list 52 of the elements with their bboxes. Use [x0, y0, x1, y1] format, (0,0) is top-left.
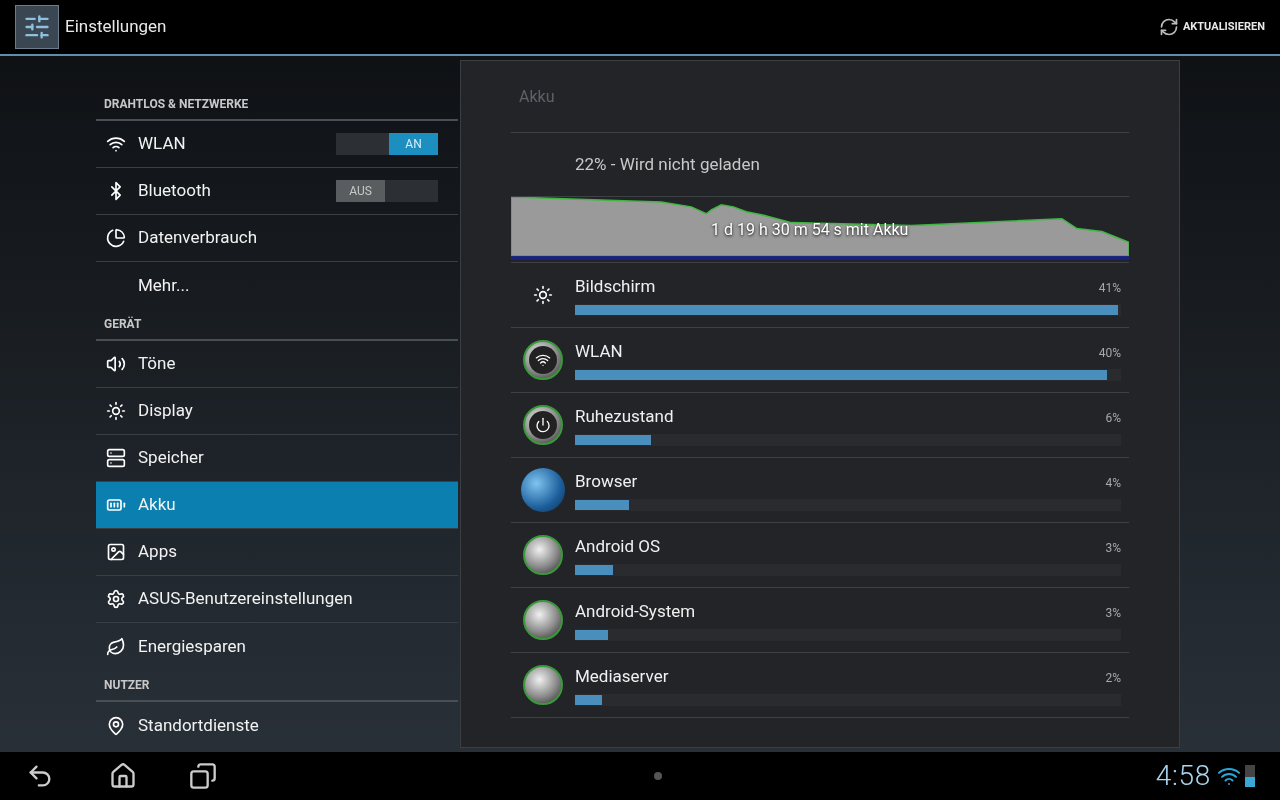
section-header: NUTZER: [104, 677, 150, 694]
recent-apps-button[interactable]: [187, 760, 219, 792]
wifi-icon: [106, 134, 126, 154]
section-header: GERÄT: [104, 315, 142, 333]
refresh-icon: [1158, 17, 1179, 37]
refresh-button[interactable]: AKTUALISIEREN: [1158, 17, 1265, 37]
app-name: Bildschirm: [575, 275, 656, 299]
app-title: Einstellungen: [65, 15, 167, 39]
usage-percent: 6%: [1105, 410, 1121, 428]
wifi-app-icon: [523, 340, 563, 380]
app-name: Android-System: [575, 600, 696, 624]
leaf-icon: [106, 636, 126, 657]
usage-percent: 3%: [1105, 540, 1121, 558]
usage-percent: 2%: [1105, 670, 1121, 688]
app-name: WLAN: [575, 340, 623, 364]
graph-label: 1 d 19 h 30 m 54 s mit Akku: [711, 219, 909, 241]
usage-percent: 41%: [1098, 280, 1121, 298]
battery-icon: [1245, 765, 1255, 787]
pie-chart-icon: [106, 228, 126, 248]
settings-app-icon: [15, 5, 59, 49]
picture-icon: [106, 542, 126, 562]
panel-title: Akku: [519, 85, 555, 108]
settings-item[interactable]: Display: [96, 388, 458, 435]
settings-item[interactable]: Töne: [96, 341, 458, 388]
power-app-icon: [523, 405, 563, 445]
app-name: Android OS: [575, 535, 661, 559]
settings-icon: [106, 589, 126, 609]
settings-item[interactable]: Bluetooth AUS: [96, 168, 458, 215]
battery-status: 22% - Wird nicht geladen: [575, 152, 760, 176]
settings-item[interactable]: WLAN AN: [96, 121, 458, 168]
brightness-icon: [533, 285, 553, 305]
storage-icon: [106, 448, 126, 468]
settings-item[interactable]: Akku: [96, 482, 458, 529]
settings-item[interactable]: ASUS-Benutzereinstellungen: [96, 576, 458, 623]
settings-item[interactable]: Mehr...: [96, 262, 458, 309]
settings-item[interactable]: Standortdienste: [96, 702, 458, 749]
settings-item[interactable]: Apps: [96, 529, 458, 576]
location-icon: [106, 715, 126, 736]
globe-icon: [521, 468, 565, 512]
clock: 4:58: [1155, 758, 1211, 794]
app-name: Mediaserver: [575, 665, 669, 689]
settings-item[interactable]: Energiesparen: [96, 623, 458, 670]
settings-item[interactable]: Datenverbrauch: [96, 215, 458, 262]
app-name: Ruhezustand: [575, 405, 674, 429]
speaker-icon: [106, 354, 126, 374]
usage-percent: 4%: [1105, 475, 1121, 493]
app-name: Browser: [575, 470, 638, 494]
brightness-icon: [106, 401, 126, 421]
usage-percent: 3%: [1105, 605, 1121, 623]
toggle-switch[interactable]: AUS: [336, 180, 438, 202]
usage-percent: 40%: [1098, 345, 1121, 363]
section-header: DRAHTLOS & NETZWERKE: [104, 96, 249, 113]
